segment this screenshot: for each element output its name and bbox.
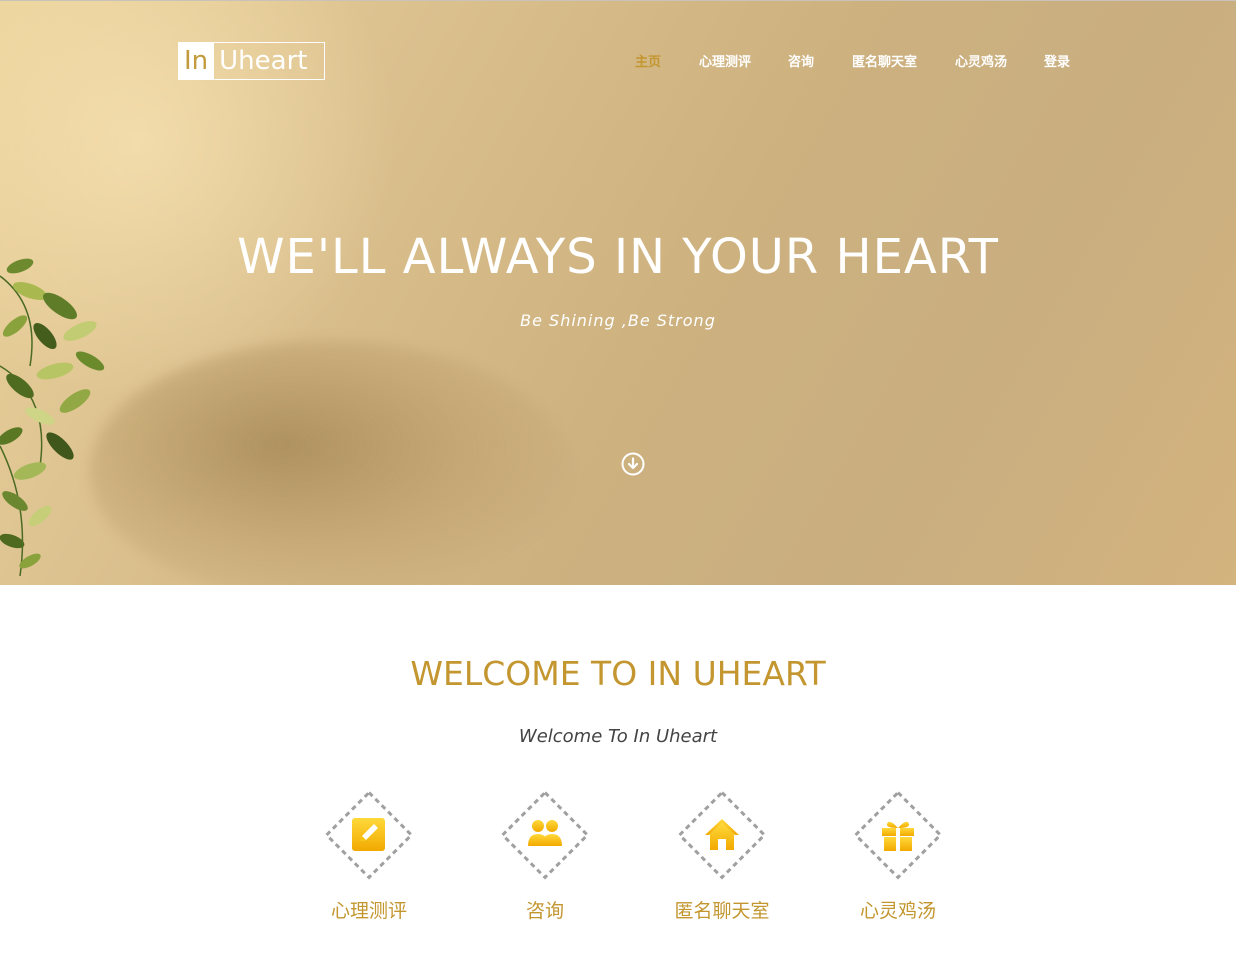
nav-item-login[interactable]: 登录 [1044,51,1070,71]
feature-consult[interactable]: 咨询 [475,788,615,928]
arrow-down-circle-icon[interactable] [621,452,645,476]
feature-assessment[interactable]: 心理测评 [299,788,439,928]
diamond-frame [324,790,414,880]
feature-label: 咨询 [525,900,564,922]
welcome-title: WELCOME TO IN UHEART [410,654,826,693]
diamond-frame [500,790,590,880]
feature-chatroom[interactable]: 匿名聊天室 [652,788,792,928]
hero-title: WE'LL ALWAYS IN YOUR HEART [237,229,999,285]
nav-item-home[interactable]: 主页 [635,51,661,71]
feature-label: 匿名聊天室 [674,900,770,922]
gift-icon [882,821,914,851]
hero-banner: In Uheart 主页 心理测评 咨询 匿名聊天室 心灵鸡汤 登录 WE'LL… [0,0,1236,585]
plant-leaves-image [0,258,105,577]
pencil-edit-icon [352,818,385,851]
nav-item-chatroom[interactable]: 匿名聊天室 [852,51,917,71]
diamond-frame [853,790,943,880]
diamond-frame [677,790,767,880]
site-logo[interactable]: In Uheart [178,42,325,80]
users-icon [528,820,562,846]
feature-soup[interactable]: 心灵鸡汤 [828,788,968,928]
hero-shadow [90,341,570,585]
logo-uheart-text: Uheart [219,46,308,76]
nav-item-assessment[interactable]: 心理测评 [699,51,751,71]
feature-label: 心理测评 [330,900,407,922]
feature-label: 心灵鸡汤 [859,900,936,922]
nav-item-consult[interactable]: 咨询 [788,51,814,71]
logo-in-text: In [179,43,215,79]
welcome-subtitle: Welcome To In Uheart [518,726,718,747]
hero-subtitle: Be Shining ,Be Strong [520,311,716,330]
home-icon [705,819,739,850]
nav-item-soup[interactable]: 心灵鸡汤 [955,51,1007,71]
